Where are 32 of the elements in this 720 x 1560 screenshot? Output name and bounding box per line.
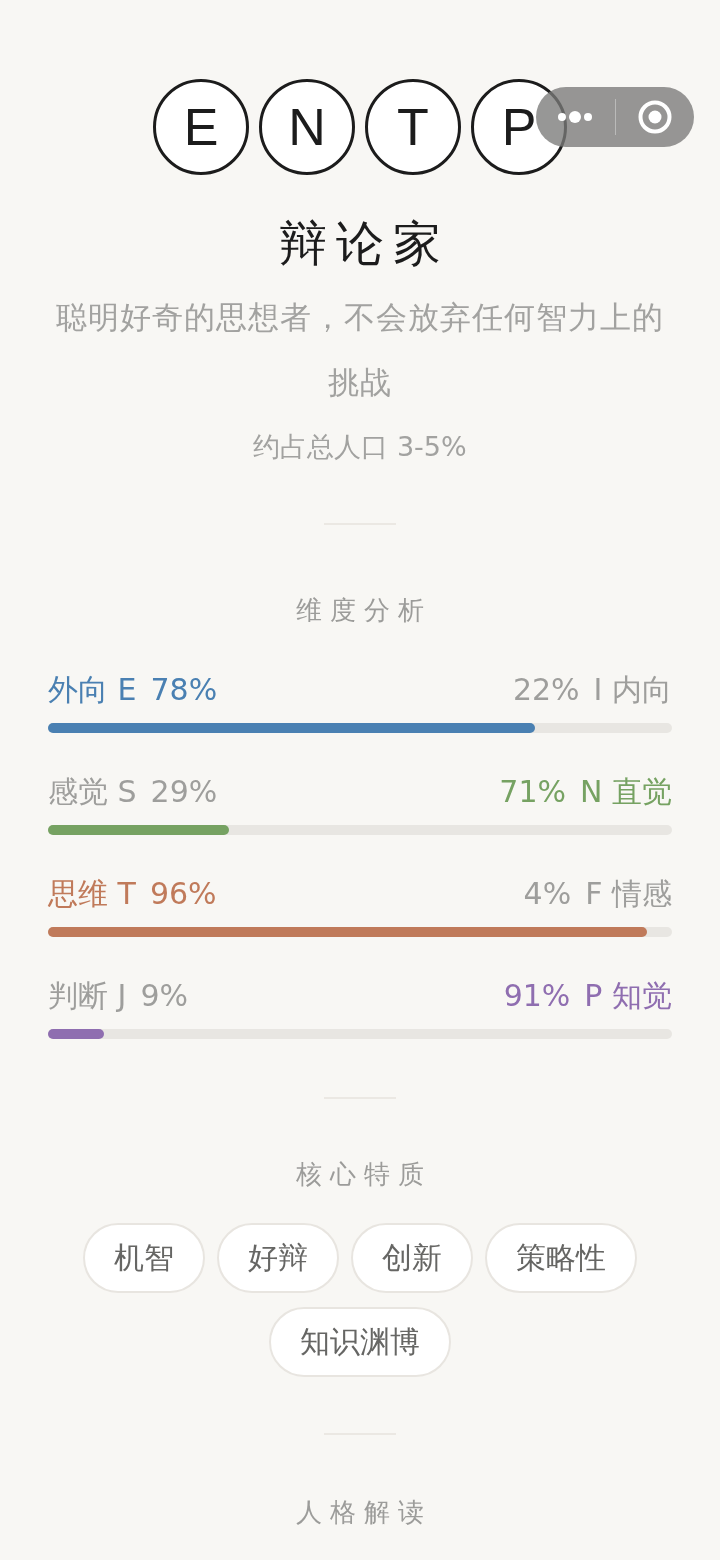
type-letter: E xyxy=(153,79,249,175)
dimension-percent: 78% xyxy=(150,671,218,709)
dimension-percent: 29% xyxy=(150,773,218,811)
type-description: 聪明好奇的思想者，不会放弃任何智力上的挑战 xyxy=(55,298,665,402)
dimension-label: 判断 J xyxy=(48,977,127,1015)
type-title: 辩论家 xyxy=(278,214,450,273)
dimension-label: 感觉 S xyxy=(48,773,137,811)
dimension-percent: 9% xyxy=(140,977,188,1015)
target-icon xyxy=(637,100,672,134)
dimension-percent: 22% xyxy=(512,671,580,709)
type-letter: T xyxy=(365,79,461,175)
trait-tag: 策略性 xyxy=(485,1223,637,1293)
population-text: 约占总人口 3-5% xyxy=(253,430,467,464)
section-title: 人格解读 xyxy=(295,1496,432,1529)
section-title: 维度分析 xyxy=(295,594,432,627)
dimension-label: 思维 T xyxy=(48,875,136,913)
dimension-label: F 情感 xyxy=(585,875,672,913)
dimension-percent: 4% xyxy=(523,875,572,913)
dimension-percent: 71% xyxy=(499,773,566,811)
type-letter: N xyxy=(259,79,355,175)
trait-tag: 机智 xyxy=(83,1223,205,1293)
dimension-label: P 知觉 xyxy=(584,977,672,1015)
dimension-percent: 91% xyxy=(503,977,571,1015)
trait-tag: 知识渊博 xyxy=(269,1307,451,1377)
trait-tag: 创新 xyxy=(351,1223,473,1293)
more-icon xyxy=(557,110,594,124)
dimension-label: N 直觉 xyxy=(580,773,672,811)
dimension-percent: 96% xyxy=(149,875,217,913)
dimension-label: I 内向 xyxy=(593,671,672,709)
trait-tag: 好辩 xyxy=(217,1223,339,1293)
section-title: 核心特质 xyxy=(295,1158,432,1191)
dimension-label: 外向 E xyxy=(48,671,137,709)
